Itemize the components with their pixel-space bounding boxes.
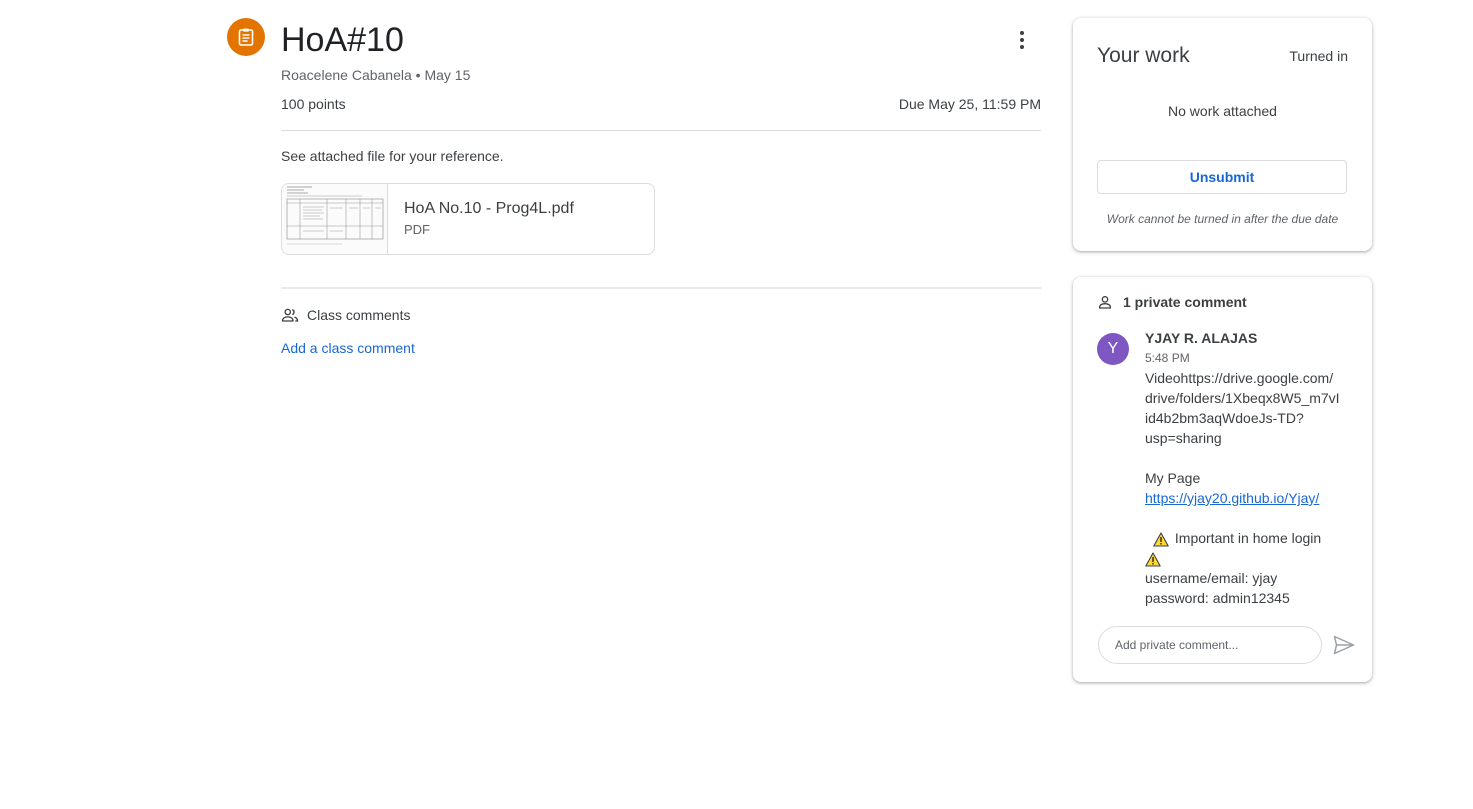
comment-line: id4b2bm3aqWdoeJs-TD? (1145, 410, 1304, 426)
comment-author: YJAY R. ALAJAS (1145, 330, 1258, 346)
class-comments-label: Class comments (307, 307, 411, 323)
unsubmit-button[interactable]: Unsubmit (1097, 160, 1347, 194)
private-comment-count: 1 private comment (1123, 294, 1247, 310)
attachment-name: HoA No.10 - Prog4L.pdf (404, 200, 574, 217)
assignment-description: See attached file for your reference. (281, 148, 504, 164)
avatar: Y (1097, 333, 1129, 365)
comment-page-link[interactable]: https://yjay20.github.io/Yjay/ (1145, 490, 1319, 506)
person-icon (1099, 296, 1111, 309)
comment-time: 5:48 PM (1145, 351, 1190, 365)
comment-username: username/email: yjay (1145, 570, 1278, 586)
work-note: Work cannot be turned in after the due d… (1106, 212, 1339, 226)
author-name: Roacelene Cabanela (281, 67, 412, 83)
attachment-card[interactable]: HoA No.10 - Prog4L.pdf PDF (281, 183, 655, 255)
attachment-thumbnail (282, 184, 388, 254)
meta-separator: • (415, 67, 421, 83)
private-comments-card: 1 private comment Y YJAY R. ALAJAS 5:48 … (1073, 277, 1372, 682)
private-comment-input[interactable] (1098, 626, 1322, 664)
divider (281, 130, 1041, 131)
comment-important-line: Important in home login (1145, 528, 1355, 548)
due-date: Due May 25, 11:59 PM (898, 96, 1041, 112)
comment-page-label: My Page (1145, 470, 1201, 486)
class-comments-header: Class comments (281, 306, 410, 324)
assignment-main: HoA#10 Roacelene Cabanela • May 15 100 p… (0, 0, 1060, 809)
warning-icon (1145, 552, 1161, 567)
comment-body: Videohttps://drive.google.com/ drive/fol… (1145, 368, 1355, 608)
divider (281, 287, 1041, 289)
your-work-title: Your work (1097, 44, 1190, 67)
comment-warning-line (1145, 548, 1355, 568)
more-vert-icon (1020, 31, 1024, 49)
points-label: 100 points (281, 96, 346, 112)
no-work-text: No work attached (1168, 103, 1277, 119)
warning-icon (1153, 532, 1169, 547)
comment-important-text: Important in home login (1174, 530, 1322, 546)
posted-date: May 15 (424, 67, 471, 83)
add-class-comment-link[interactable]: Add a class comment (281, 340, 415, 357)
comment-line: drive/folders/1Xbeqx8W5_m7vI (1145, 390, 1340, 406)
people-icon (281, 308, 299, 322)
private-comments-header: 1 private comment (1097, 294, 1247, 310)
assignment-title: HoA#10 (281, 21, 404, 59)
comment-password: password: admin12345 (1145, 590, 1290, 606)
more-options-button[interactable] (1004, 22, 1040, 58)
your-work-card: Your work Turned in No work attached Uns… (1073, 18, 1372, 251)
comment-line: Videohttps://drive.google.com/ (1145, 370, 1334, 386)
assignment-meta: Roacelene Cabanela • May 15 (281, 67, 470, 83)
assignment-icon (227, 18, 265, 56)
work-status: Turned in (1289, 48, 1348, 64)
send-icon (1333, 635, 1355, 655)
comment-link-line: https://yjay20.github.io/Yjay/ (1145, 488, 1355, 508)
attachment-info: HoA No.10 - Prog4L.pdf PDF (388, 184, 590, 254)
send-button[interactable] (1331, 632, 1357, 658)
comment-line: usp=sharing (1145, 430, 1222, 446)
attachment-type: PDF (404, 222, 430, 237)
